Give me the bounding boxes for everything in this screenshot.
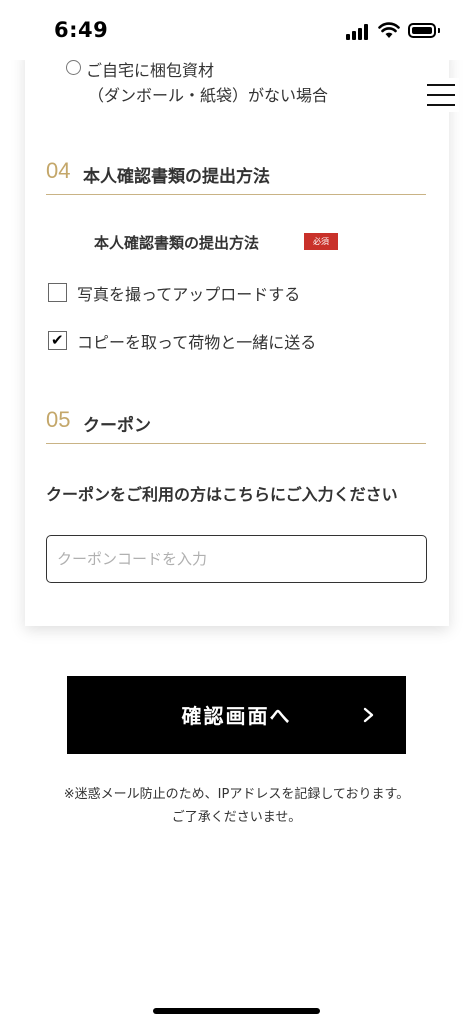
radio-label-line2: （ダンボール・紙袋）がない場合 bbox=[88, 86, 329, 105]
chevron-right-icon bbox=[363, 707, 374, 723]
coupon-question: クーポンをご利用の方はこちらにご入力ください bbox=[46, 485, 398, 504]
radio-button[interactable] bbox=[66, 60, 81, 75]
option-label: コピーを取って荷物と一緒に送る bbox=[77, 333, 317, 352]
confirm-screen-button[interactable]: 確認画面へ bbox=[67, 676, 406, 754]
required-badge: 必須 bbox=[304, 233, 338, 250]
section-title: 本人確認書類の提出方法 bbox=[83, 167, 270, 187]
hamburger-icon bbox=[427, 84, 455, 86]
battery-tip bbox=[438, 28, 440, 33]
wifi-icon bbox=[378, 22, 400, 38]
section-05-header: 05 クーポン bbox=[46, 407, 426, 444]
notice-line2: ご了承くださいませ。 bbox=[171, 810, 302, 825]
option-label: 写真を撮ってアップロードする bbox=[77, 285, 301, 304]
hamburger-menu-button[interactable] bbox=[425, 78, 459, 112]
section-number: 05 bbox=[46, 407, 71, 432]
status-time: 6:49 bbox=[54, 18, 109, 42]
checkbox[interactable] bbox=[48, 283, 67, 302]
battery-icon bbox=[408, 23, 436, 38]
radio-label-line1: ご自宅に梱包資材 bbox=[86, 61, 215, 80]
section-04-header: 04 本人確認書類の提出方法 bbox=[46, 158, 426, 195]
coupon-code-input[interactable] bbox=[46, 535, 427, 583]
section-number: 04 bbox=[46, 158, 71, 183]
cellular-signal-icon bbox=[346, 24, 372, 40]
checkbox[interactable]: ✔ bbox=[48, 331, 67, 350]
status-bar: 6:49 bbox=[0, 0, 473, 60]
checkmark-icon: ✔ bbox=[51, 331, 64, 349]
section-title: クーポン bbox=[83, 416, 151, 436]
home-indicator[interactable] bbox=[153, 1008, 320, 1014]
notice-line1: ※迷惑メール防止のため、IPアドレスを記録しております。 bbox=[63, 787, 410, 802]
confirm-button-label: 確認画面へ bbox=[181, 704, 292, 728]
ip-notice: ※迷惑メール防止のため、IPアドレスを記録しております。 ご了承くださいませ。 bbox=[20, 783, 453, 829]
id-document-field-label: 本人確認書類の提出方法 bbox=[94, 234, 260, 252]
